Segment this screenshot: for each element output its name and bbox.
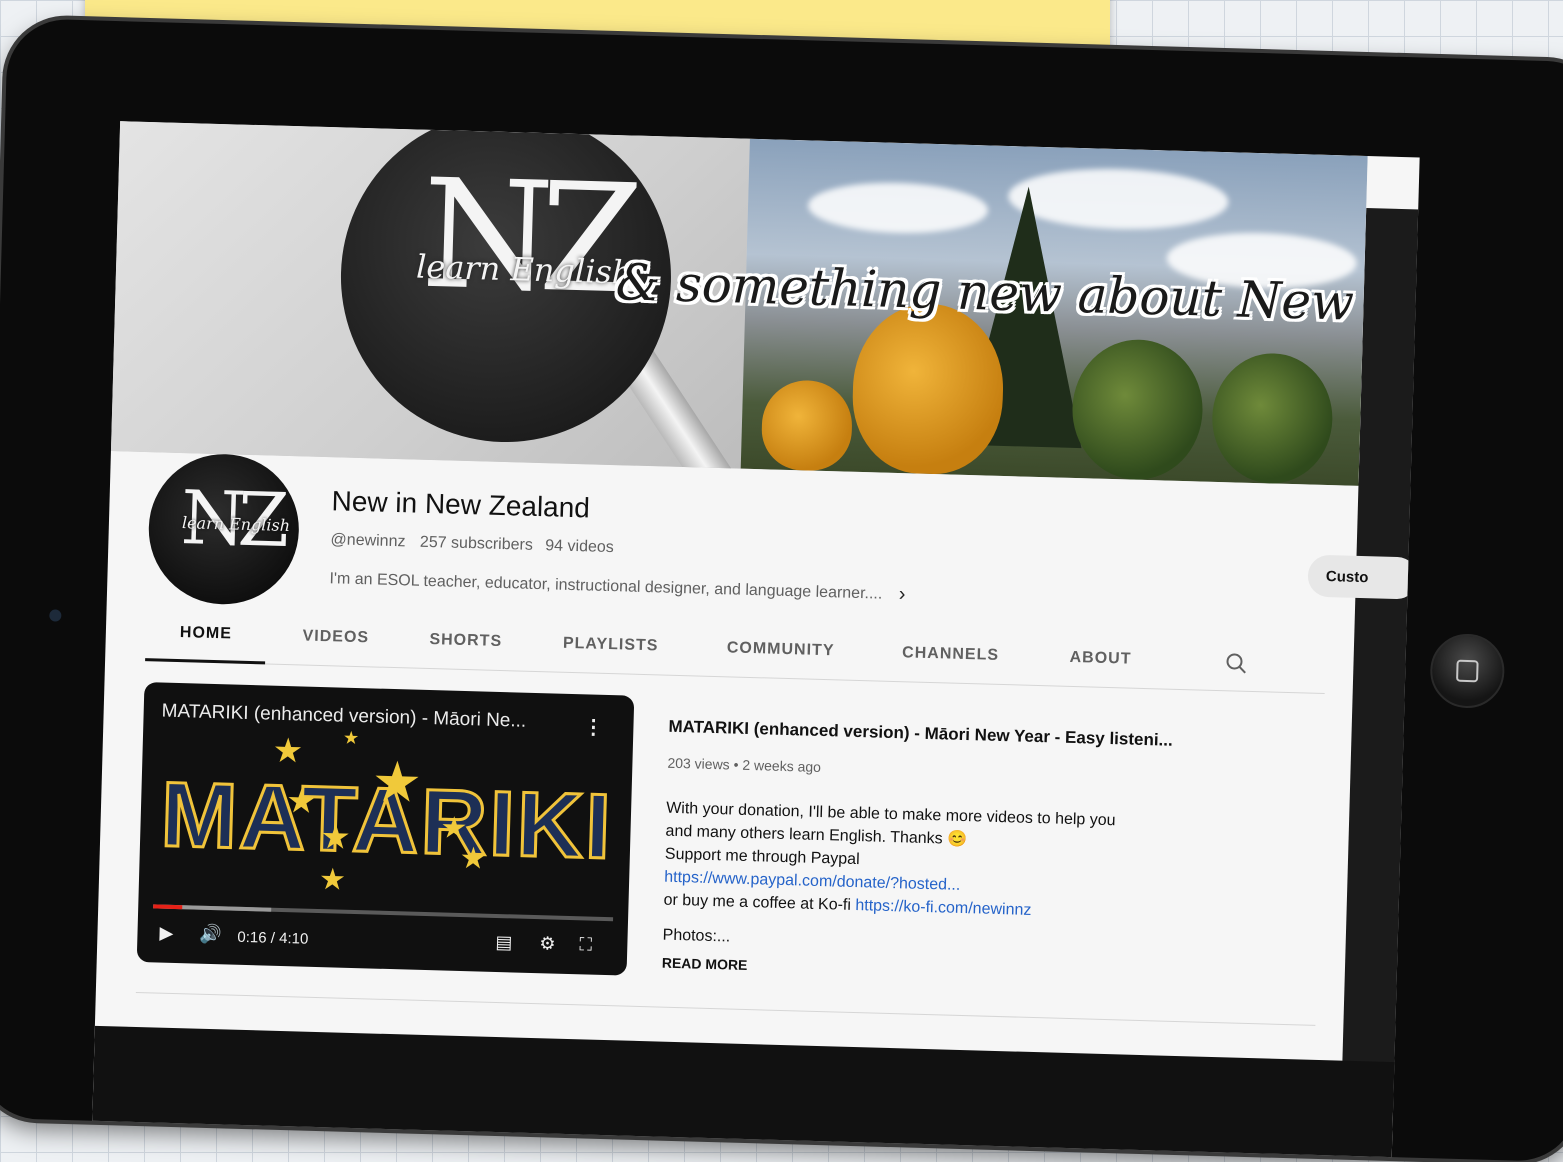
tab-home[interactable]: HOME: [145, 612, 267, 665]
star-icon: ★: [272, 731, 304, 771]
kofi-link[interactable]: https://ko-fi.com/newinnz: [855, 897, 1031, 919]
desc-line: or buy me a coffee at Ko-fi: [663, 891, 856, 915]
time-display: 0:16 / 4:10: [237, 928, 309, 948]
search-icon[interactable]: [1225, 652, 1248, 675]
video-count: 94 videos: [545, 537, 614, 557]
channel-description-text: I'm an ESOL teacher, educator, instructi…: [329, 570, 883, 603]
gear-icon[interactable]: ⚙: [539, 933, 556, 954]
tab-community[interactable]: COMMUNITY: [700, 628, 861, 678]
progress-bar[interactable]: [153, 904, 614, 922]
channel-description[interactable]: I'm an ESOL teacher, educator, instructi…: [329, 567, 906, 606]
banner-logo-letters: NZ: [419, 147, 632, 328]
captions-icon[interactable]: ▤: [495, 932, 513, 953]
home-square-icon: [1456, 659, 1479, 683]
star-icon: ★: [318, 863, 347, 897]
star-icon: ★: [342, 727, 360, 749]
tab-shorts[interactable]: SHORTS: [405, 619, 526, 668]
tab-about[interactable]: ABOUT: [1040, 637, 1161, 686]
read-more-button[interactable]: READ MORE: [662, 955, 748, 973]
star-icon: ★: [459, 841, 488, 876]
fullscreen-icon[interactable]: ⛶: [579, 934, 592, 955]
section-divider: [135, 991, 1316, 1026]
avatar-subtitle: learn English: [181, 513, 291, 536]
channel-name: New in New Zealand: [331, 485, 591, 524]
tab-channels[interactable]: CHANNELS: [880, 633, 1021, 683]
desc-line: Photos:...: [662, 926, 731, 946]
channel-meta: @newinnz 257 subscribers 94 videos: [330, 531, 614, 557]
home-button[interactable]: [1429, 632, 1506, 710]
featured-video-player[interactable]: MATARIKI (enhanced version) - Māori Ne..…: [136, 682, 635, 976]
video-title[interactable]: MATARIKI (enhanced version) - Māori New …: [668, 717, 1173, 751]
youtube-screen: NZ learn English & something new about N…: [92, 121, 1420, 1158]
channel-handle: @newinnz: [330, 531, 406, 551]
screen-bottom-edge: [92, 1025, 1395, 1158]
channel-avatar: NZ learn English: [146, 452, 301, 607]
tablet-frame: NZ learn English & something new about N…: [0, 18, 1563, 1162]
tab-videos[interactable]: VIDEOS: [275, 616, 396, 665]
subscriber-count: 257 subscribers: [419, 533, 534, 554]
video-description: With your donation, I'll be able to make…: [662, 797, 1116, 959]
chevron-right-icon[interactable]: ›: [898, 583, 905, 606]
play-icon[interactable]: ▶: [159, 923, 173, 944]
banner-logo-subtitle: learn English: [415, 247, 633, 292]
more-vert-icon[interactable]: ⋮: [583, 714, 604, 740]
star-icon: ★: [370, 749, 423, 814]
channel-tabs: HOME VIDEOS SHORTS PLAYLISTS COMMUNITY C…: [145, 612, 1327, 695]
video-meta: 203 views • 2 weeks ago: [667, 754, 822, 775]
star-icon: ★: [319, 818, 352, 857]
customize-channel-button[interactable]: Custo: [1307, 554, 1419, 600]
progress-fill: [153, 904, 183, 910]
camera-dot: [49, 609, 62, 622]
channel-banner: NZ learn English & something new about N…: [110, 121, 1368, 486]
volume-icon[interactable]: 🔊: [199, 924, 222, 946]
star-icon: ★: [285, 782, 318, 821]
tab-playlists[interactable]: PLAYLISTS: [540, 623, 681, 673]
